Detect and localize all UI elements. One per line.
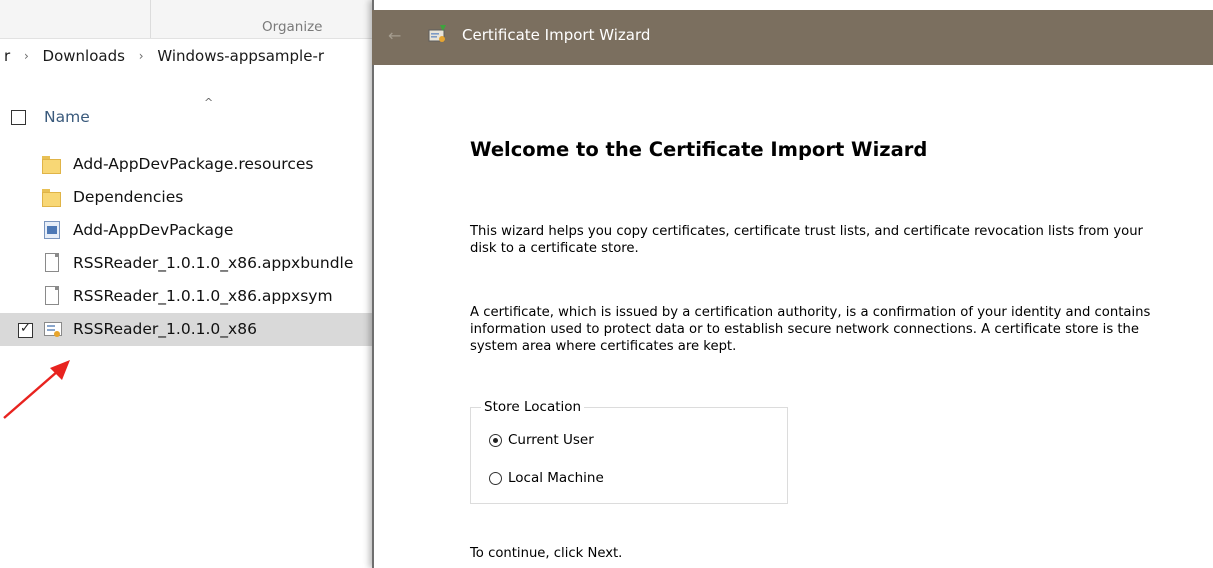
row-checkbox[interactable]: ✓ xyxy=(18,321,33,338)
breadcrumb-item-partial[interactable]: r xyxy=(4,47,10,65)
organize-group-label: Organize xyxy=(262,19,323,35)
breadcrumb-item-downloads[interactable]: Downloads xyxy=(43,47,125,65)
radio-selected-dot xyxy=(493,438,498,443)
store-location-legend: Store Location xyxy=(481,399,585,415)
certificate-icon xyxy=(42,319,62,341)
file-name: RSSReader_1.0.1.0_x86 xyxy=(73,320,257,338)
current-user-label[interactable]: Current User xyxy=(508,432,594,448)
file-row[interactable]: Add-AppDevPackage xyxy=(0,214,372,247)
back-arrow-icon[interactable]: ← xyxy=(388,26,401,45)
file-row-selected[interactable]: ✓ RSSReader_1.0.1.0_x86 xyxy=(0,313,372,346)
red-arrow-annotation xyxy=(3,360,70,419)
wizard-heading: Welcome to the Certificate Import Wizard xyxy=(470,138,928,161)
file-name: Add-AppDevPackage xyxy=(73,221,234,239)
continue-instruction-text: To continue, click Next. xyxy=(470,546,623,561)
description-text: A certificate, which is issued by a cert… xyxy=(470,305,1151,354)
ribbon-bar: Organize xyxy=(0,0,372,39)
file-name: Add-AppDevPackage.resources xyxy=(73,155,314,173)
dialog-border xyxy=(372,0,374,568)
file-name: Dependencies xyxy=(73,188,184,206)
folder-icon xyxy=(42,187,62,209)
local-machine-radio[interactable] xyxy=(489,472,502,485)
check-mark-icon: ✓ xyxy=(20,321,31,336)
file-row[interactable]: Dependencies xyxy=(0,181,372,214)
chevron-right-icon[interactable]: › xyxy=(24,49,29,63)
file-row[interactable]: RSSReader_1.0.1.0_x86.appxbundle xyxy=(0,247,372,280)
ribbon-divider xyxy=(150,0,151,38)
sort-ascending-icon: ^ xyxy=(204,96,214,109)
breadcrumb[interactable]: r › Downloads › Windows-appsample-r xyxy=(0,46,324,70)
certificate-wizard-icon xyxy=(428,25,446,42)
store-location-group: Store Location Current User Local Machin… xyxy=(470,399,788,504)
file-row[interactable]: RSSReader_1.0.1.0_x86.appxsym xyxy=(0,280,372,313)
column-header-row: Name ^ xyxy=(0,96,372,136)
file-explorer-window: Organize r › Downloads › Windows-appsamp… xyxy=(0,0,372,568)
wizard-titlebar: ← Certificate Import Wizard xyxy=(372,10,1213,65)
chevron-right-icon[interactable]: › xyxy=(139,49,144,63)
intro-text: This wizard helps you copy certificates,… xyxy=(470,224,1143,256)
wizard-title: Certificate Import Wizard xyxy=(462,26,651,44)
certificate-import-wizard-dialog: ← Certificate Import Wizard Welcome to t… xyxy=(372,0,1213,568)
folder-icon xyxy=(42,154,62,176)
name-column-header[interactable]: Name xyxy=(44,108,90,126)
file-row[interactable]: Add-AppDevPackage.resources xyxy=(0,148,372,181)
file-name: RSSReader_1.0.1.0_x86.appxbundle xyxy=(73,254,354,272)
breadcrumb-item-folder[interactable]: Windows-appsample-r xyxy=(157,47,324,65)
file-name: RSSReader_1.0.1.0_x86.appxsym xyxy=(73,287,333,305)
current-user-radio[interactable] xyxy=(489,434,502,447)
file-list: Add-AppDevPackage.resources Dependencies… xyxy=(0,148,372,346)
select-all-checkbox[interactable] xyxy=(11,110,26,125)
file-icon xyxy=(42,286,62,308)
powershell-script-icon xyxy=(42,220,62,242)
local-machine-label[interactable]: Local Machine xyxy=(508,470,604,486)
file-icon xyxy=(42,253,62,275)
